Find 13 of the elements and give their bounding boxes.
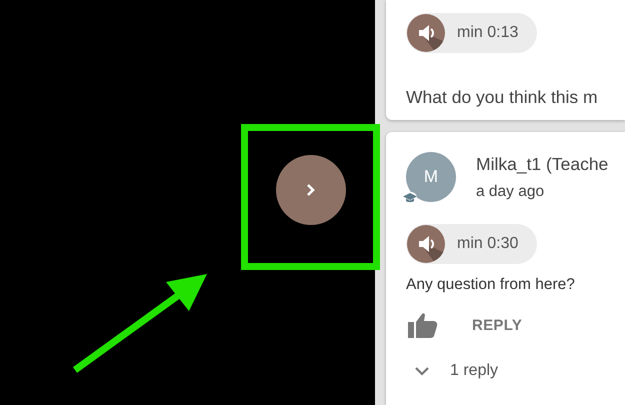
author-name: Milka_t1 (Teache [476, 154, 608, 175]
replies-toggle[interactable]: 1 reply [414, 362, 625, 380]
chevron-right-icon [306, 183, 316, 197]
play-audio-button[interactable] [407, 225, 445, 263]
audio-timestamp: min 0:13 [457, 24, 518, 42]
comment-time: a day ago [476, 183, 546, 201]
play-audio-button[interactable] [407, 14, 445, 52]
audio-timestamp: min 0:30 [457, 235, 518, 253]
comment-text: Any question from here? [406, 276, 576, 294]
thumbs-up-icon[interactable] [408, 312, 438, 338]
avatar: M [406, 152, 456, 202]
reply-button[interactable]: REPLY [472, 316, 522, 334]
comment-text: What do you think this m [406, 87, 599, 108]
